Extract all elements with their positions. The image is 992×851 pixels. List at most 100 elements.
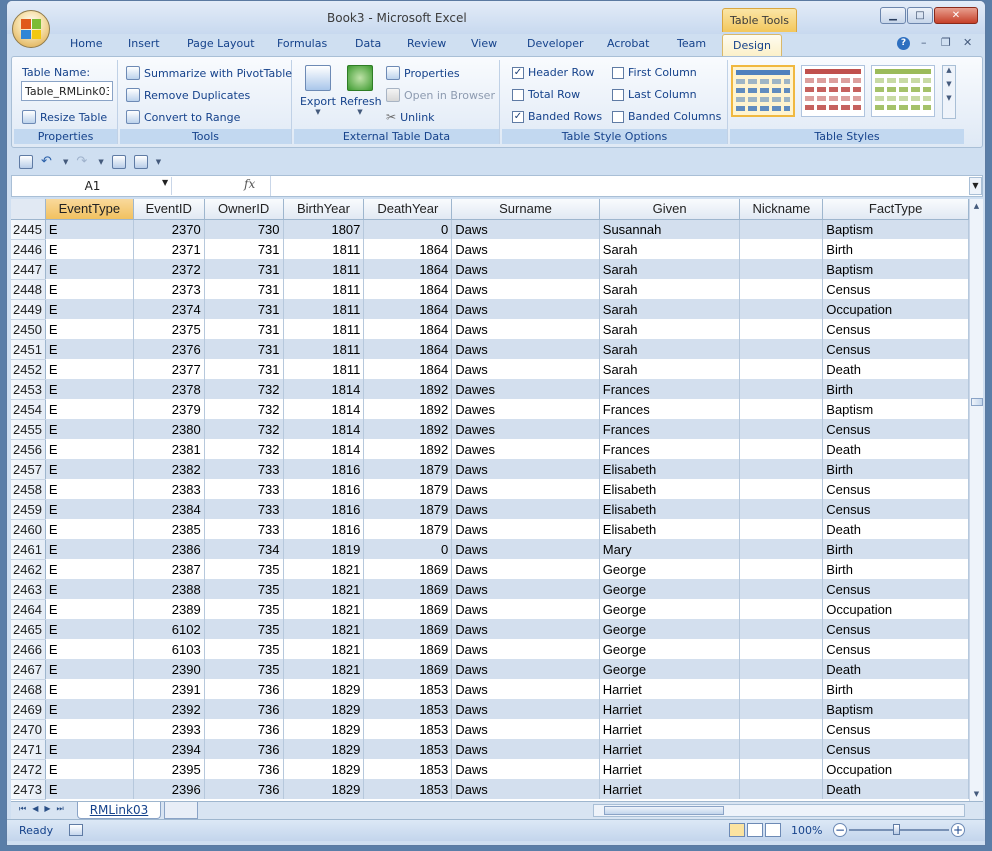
cell-eventid[interactable]: 6103 bbox=[133, 639, 205, 659]
cell-surname[interactable]: Daws bbox=[451, 279, 600, 299]
cell-eventtype[interactable]: E bbox=[45, 459, 134, 479]
cell-deathyear[interactable]: 1869 bbox=[363, 599, 453, 619]
cell-facttype[interactable]: Birth bbox=[822, 679, 969, 699]
cell-surname[interactable]: Daws bbox=[451, 719, 600, 739]
cell-deathyear[interactable]: 1853 bbox=[363, 719, 453, 739]
cell-facttype[interactable]: Census bbox=[822, 639, 969, 659]
cell-eventtype[interactable]: E bbox=[45, 339, 134, 359]
row-header[interactable]: 2465 bbox=[11, 619, 46, 640]
cell-ownerid[interactable]: 735 bbox=[204, 579, 284, 599]
tab-team[interactable]: Team bbox=[677, 37, 706, 50]
cell-eventid[interactable]: 2375 bbox=[133, 319, 205, 339]
cell-eventid[interactable]: 2373 bbox=[133, 279, 205, 299]
cell-facttype[interactable]: Birth bbox=[822, 559, 969, 579]
cell-deathyear[interactable]: 1892 bbox=[363, 419, 453, 439]
column-header-surname[interactable]: Surname bbox=[451, 199, 600, 220]
cell-facttype[interactable]: Birth bbox=[822, 539, 969, 559]
column-header-facttype[interactable]: FactType bbox=[822, 199, 969, 220]
cell-given[interactable]: Elisabeth bbox=[599, 499, 741, 519]
cell-deathyear[interactable]: 1853 bbox=[363, 699, 453, 719]
row-header[interactable]: 2457 bbox=[11, 459, 46, 480]
cell-ownerid[interactable]: 733 bbox=[204, 499, 284, 519]
row-header[interactable]: 2451 bbox=[11, 339, 46, 360]
page-layout-view-icon[interactable] bbox=[747, 823, 763, 837]
cell-ownerid[interactable]: 731 bbox=[204, 259, 284, 279]
cell-ownerid[interactable]: 732 bbox=[204, 439, 284, 459]
cell-surname[interactable]: Daws bbox=[451, 459, 600, 479]
horizontal-scrollbar[interactable] bbox=[593, 804, 965, 817]
cell-given[interactable]: Elisabeth bbox=[599, 479, 741, 499]
cell-facttype[interactable]: Census bbox=[822, 579, 969, 599]
column-header-ownerid[interactable]: OwnerID bbox=[204, 199, 284, 220]
ribbon-minimize-icon[interactable]: – bbox=[921, 36, 927, 49]
cell-deathyear[interactable]: 1853 bbox=[363, 739, 453, 759]
cell-facttype[interactable]: Death bbox=[822, 779, 969, 799]
cell-facttype[interactable]: Census bbox=[822, 419, 969, 439]
cell-given[interactable]: Elisabeth bbox=[599, 459, 741, 479]
row-header[interactable]: 2464 bbox=[11, 599, 46, 620]
cell-nickname[interactable] bbox=[739, 519, 824, 539]
cell-deathyear[interactable]: 1879 bbox=[363, 459, 453, 479]
row-header[interactable]: 2461 bbox=[11, 539, 46, 560]
cell-ownerid[interactable]: 736 bbox=[204, 699, 284, 719]
cell-facttype[interactable]: Occupation bbox=[822, 599, 969, 619]
page-break-view-icon[interactable] bbox=[765, 823, 781, 837]
cell-given[interactable]: Frances bbox=[599, 399, 741, 419]
cell-birthyear[interactable]: 1816 bbox=[283, 499, 365, 519]
style-gallery-scroll[interactable]: ▲ ▼ ▼ bbox=[942, 65, 956, 119]
cell-eventid[interactable]: 2391 bbox=[133, 679, 205, 699]
cell-ownerid[interactable]: 731 bbox=[204, 359, 284, 379]
cell-eventtype[interactable]: E bbox=[45, 539, 134, 559]
cell-facttype[interactable]: Occupation bbox=[822, 299, 969, 319]
cell-surname[interactable]: Daws bbox=[451, 639, 600, 659]
cell-given[interactable]: Susannah bbox=[599, 219, 741, 239]
formula-input[interactable] bbox=[270, 176, 960, 196]
scroll-down-icon[interactable]: ▼ bbox=[970, 787, 983, 801]
row-header[interactable]: 2467 bbox=[11, 659, 46, 680]
cell-given[interactable]: Frances bbox=[599, 439, 741, 459]
row-header[interactable]: 2448 bbox=[11, 279, 46, 300]
close-window-button[interactable]: ✕ bbox=[934, 7, 978, 24]
summarize-pivottable-button[interactable]: Summarize with PivotTable bbox=[126, 66, 292, 80]
vertical-scrollbar[interactable]: ▲ ▼ bbox=[969, 199, 983, 801]
cell-eventid[interactable]: 2382 bbox=[133, 459, 205, 479]
cell-eventid[interactable]: 2378 bbox=[133, 379, 205, 399]
cell-birthyear[interactable]: 1821 bbox=[283, 619, 365, 639]
cell-birthyear[interactable]: 1821 bbox=[283, 639, 365, 659]
cell-birthyear[interactable]: 1829 bbox=[283, 739, 365, 759]
cell-birthyear[interactable]: 1821 bbox=[283, 599, 365, 619]
row-header[interactable]: 2446 bbox=[11, 239, 46, 260]
cell-ownerid[interactable]: 736 bbox=[204, 759, 284, 779]
cell-eventid[interactable]: 2396 bbox=[133, 779, 205, 799]
row-header[interactable]: 2469 bbox=[11, 699, 46, 720]
cell-eventid[interactable]: 2380 bbox=[133, 419, 205, 439]
first-column-checkbox[interactable]: First Column bbox=[612, 66, 697, 79]
cell-given[interactable]: George bbox=[599, 579, 741, 599]
row-header[interactable]: 2472 bbox=[11, 759, 46, 780]
cell-nickname[interactable] bbox=[739, 619, 824, 639]
cell-deathyear[interactable]: 1864 bbox=[363, 279, 453, 299]
help-icon[interactable]: ? bbox=[897, 37, 910, 50]
cell-ownerid[interactable]: 735 bbox=[204, 659, 284, 679]
gallery-up-icon[interactable]: ▲ bbox=[943, 66, 955, 74]
name-box[interactable]: A1 bbox=[14, 177, 172, 195]
cell-surname[interactable]: Dawes bbox=[451, 399, 600, 419]
tab-acrobat[interactable]: Acrobat bbox=[607, 37, 649, 50]
cell-facttype[interactable]: Census bbox=[822, 619, 969, 639]
redo-dropdown-icon[interactable]: ▼ bbox=[98, 158, 103, 166]
tab-page-layout[interactable]: Page Layout bbox=[187, 37, 255, 50]
cell-given[interactable]: Harriet bbox=[599, 759, 741, 779]
name-box-dropdown-icon[interactable]: ▼ bbox=[162, 178, 168, 187]
cell-eventtype[interactable]: E bbox=[45, 499, 134, 519]
cell-eventid[interactable]: 2374 bbox=[133, 299, 205, 319]
tab-data[interactable]: Data bbox=[355, 37, 381, 50]
cell-deathyear[interactable]: 1879 bbox=[363, 519, 453, 539]
cell-ownerid[interactable]: 731 bbox=[204, 299, 284, 319]
horizontal-scroll-thumb[interactable] bbox=[604, 806, 724, 815]
cell-ownerid[interactable]: 731 bbox=[204, 279, 284, 299]
table-name-field[interactable] bbox=[21, 81, 113, 101]
row-header[interactable]: 2460 bbox=[11, 519, 46, 540]
cell-eventid[interactable]: 2395 bbox=[133, 759, 205, 779]
cell-given[interactable]: Sarah bbox=[599, 319, 741, 339]
row-header[interactable]: 2463 bbox=[11, 579, 46, 600]
